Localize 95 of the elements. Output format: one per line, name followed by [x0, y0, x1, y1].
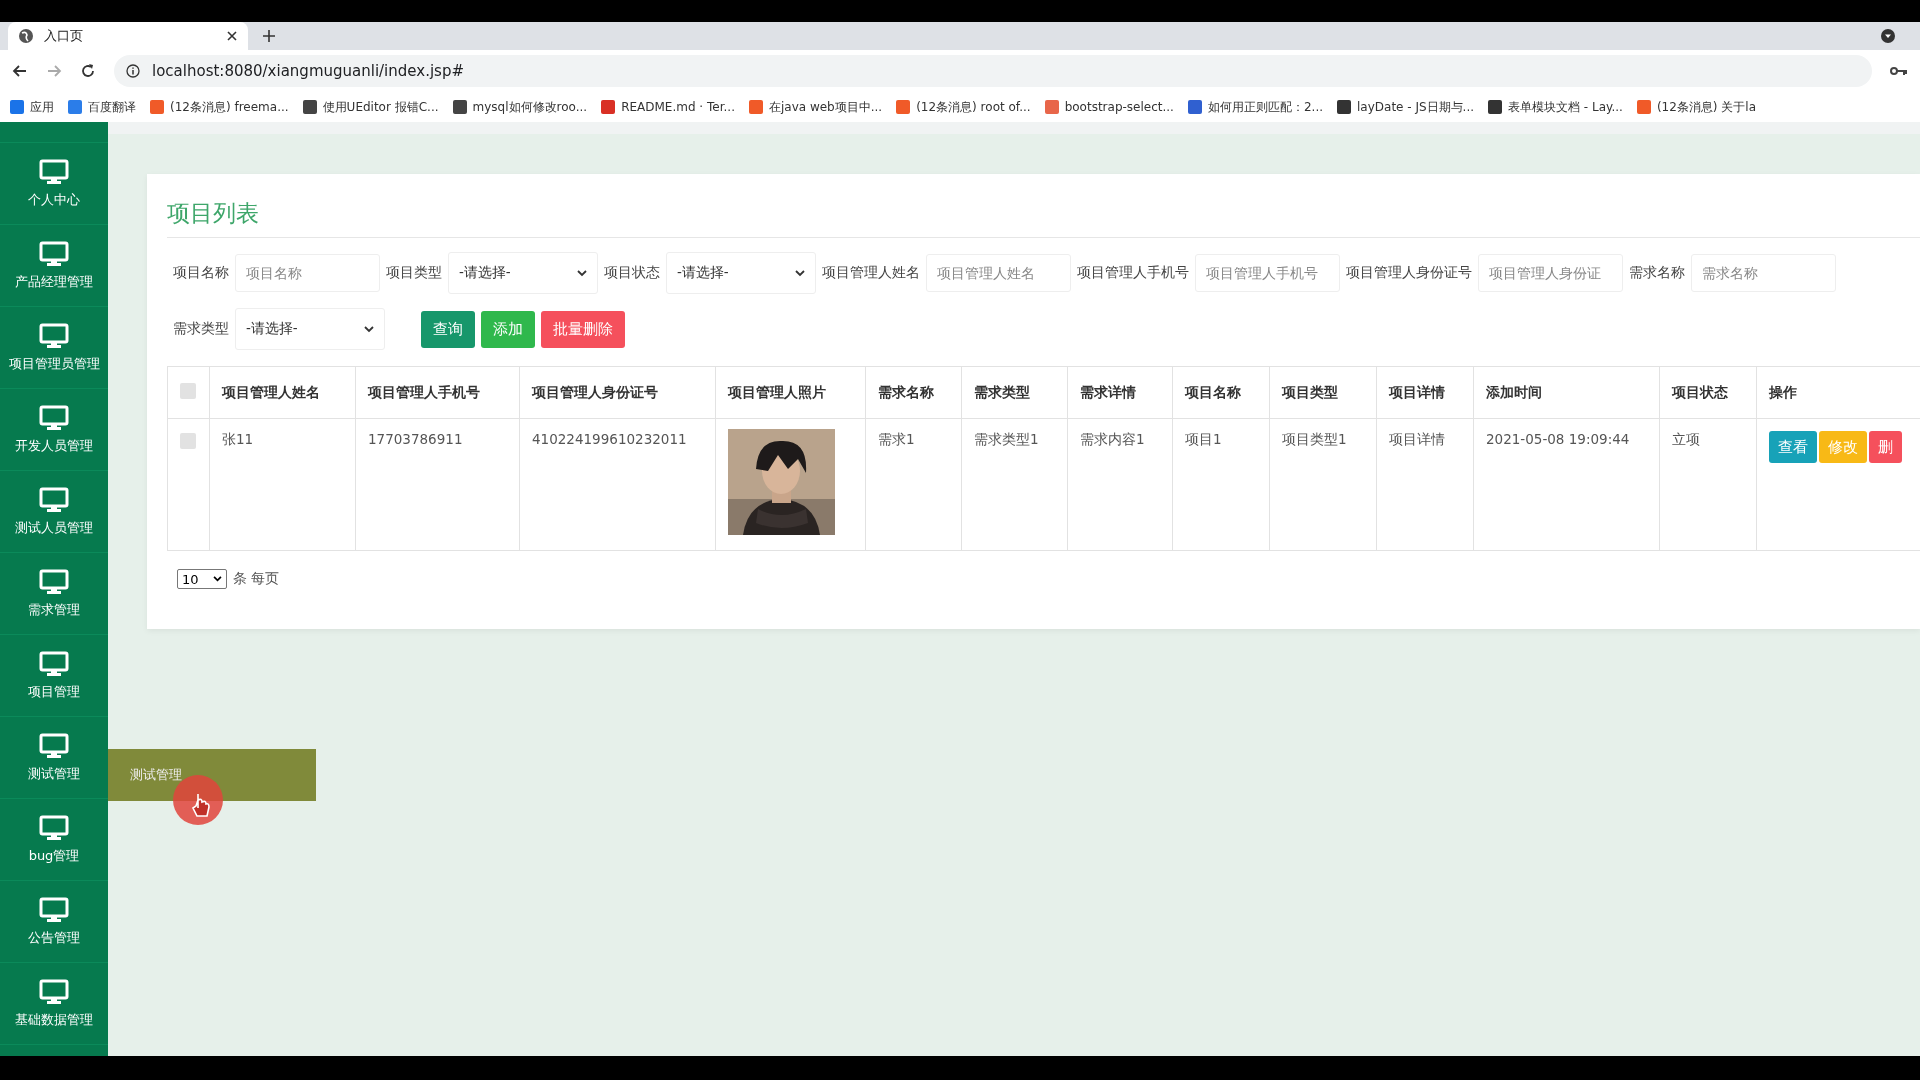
table-cell: 项目详情: [1389, 431, 1445, 447]
filter-select[interactable]: -请选择-: [235, 308, 385, 350]
filter-select[interactable]: -请选择-: [448, 252, 598, 294]
sidebar-item[interactable]: 测试人员管理: [0, 471, 108, 553]
sidebar-item[interactable]: 开发人员管理: [0, 389, 108, 471]
monitor-icon: [39, 568, 69, 595]
bookmark[interactable]: 在java web项目中...: [748, 98, 883, 116]
globe-icon: [18, 28, 34, 44]
filter-label: 需求名称: [1629, 264, 1685, 282]
bookmark[interactable]: 使用UEditor 报错C...: [302, 98, 439, 116]
column-header: 操作: [1769, 383, 1797, 400]
sidebar-item[interactable]: 公告管理: [0, 881, 108, 963]
new-tab-icon[interactable]: [262, 29, 276, 43]
checkbox[interactable]: [180, 383, 196, 399]
bookmark[interactable]: 应用: [10, 98, 54, 116]
column-header: 需求类型: [974, 383, 1030, 400]
caret-icon: [364, 325, 374, 333]
table-cell: 410224199610232011: [532, 431, 687, 447]
profile-menu-icon[interactable]: [1880, 28, 1896, 44]
page-size-select[interactable]: 10: [177, 569, 227, 589]
bookmark[interactable]: (12条消息) 关于la: [1636, 98, 1757, 116]
bookmark[interactable]: 表单模块文档 - Lay...: [1488, 98, 1623, 116]
filter-label: 项目管理人手机号: [1077, 264, 1189, 282]
bookmark[interactable]: mysql如何修改roo...: [452, 98, 588, 116]
column-header: 添加时间: [1486, 383, 1542, 400]
monitor-icon: [39, 650, 69, 677]
filter-label: 需求类型: [173, 320, 229, 338]
tooltip: 测试管理: [108, 749, 316, 801]
page-title: 项目列表: [167, 188, 1920, 238]
monitor-icon: [39, 978, 69, 1005]
page-size-label: 条 每页: [233, 570, 280, 588]
filter-label: 项目状态: [604, 264, 660, 282]
address-field[interactable]: localhost:8080/xiangmuguanli/index.jsp#: [114, 55, 1872, 87]
monitor-icon: [39, 896, 69, 923]
bookmark[interactable]: 如何用正则匹配：2...: [1187, 98, 1323, 116]
bookmark[interactable]: layDate - JS日期与...: [1337, 98, 1475, 116]
table-cell: 张11: [222, 431, 254, 447]
bookmark[interactable]: (12条消息) root of...: [896, 98, 1031, 116]
column-header: 项目类型: [1282, 383, 1338, 400]
monitor-icon: [39, 322, 69, 349]
monitor-icon: [39, 814, 69, 841]
monitor-icon: [39, 404, 69, 431]
table-cell: 17703786911: [368, 431, 463, 447]
sidebar-item[interactable]: bug管理: [0, 799, 108, 881]
sidebar-item[interactable]: 基础数据管理: [0, 963, 108, 1045]
sidebar-item[interactable]: 需求管理: [0, 553, 108, 635]
bookmark[interactable]: README.md · Ter...: [601, 100, 735, 114]
column-header: 项目管理人身份证号: [532, 383, 658, 400]
action-button[interactable]: 查询: [421, 310, 475, 348]
sidebar-item[interactable]: 个人中心: [0, 143, 108, 225]
filter-input[interactable]: 项目管理人身份证: [1478, 254, 1623, 292]
bookmark[interactable]: (12条消息) freema...: [150, 98, 289, 116]
filter-input[interactable]: 项目管理人姓名: [926, 254, 1071, 292]
sidebar-item[interactable]: 产品经理管理: [0, 225, 108, 307]
filter-label: 项目类型: [386, 264, 442, 282]
filter-label: 项目管理人姓名: [822, 264, 920, 282]
filter-select[interactable]: -请选择-: [666, 252, 816, 294]
column-header: 项目管理人照片: [728, 383, 826, 400]
filter-label: 项目管理人身份证号: [1346, 264, 1472, 282]
table-cell: 需求类型1: [974, 431, 1039, 447]
monitor-icon: [39, 732, 69, 759]
table-cell: 项目1: [1185, 431, 1222, 447]
table-cell: 需求1: [878, 431, 915, 447]
column-header: 需求名称: [878, 383, 934, 400]
bookmark[interactable]: bootstrap-select...: [1044, 100, 1174, 114]
monitor-icon: [39, 240, 69, 267]
filter-input[interactable]: 项目名称: [235, 254, 380, 292]
caret-icon: [577, 269, 587, 277]
column-header: 项目详情: [1389, 383, 1445, 400]
browser-tab[interactable]: 入口页: [8, 22, 248, 50]
info-icon: [126, 64, 140, 78]
sidebar-item[interactable]: 项目管理员管理: [0, 307, 108, 389]
filter-input[interactable]: 项目管理人手机号: [1195, 254, 1340, 292]
caret-icon: [213, 576, 222, 582]
column-header: 需求详情: [1080, 383, 1136, 400]
monitor-icon: [39, 486, 69, 513]
filter-input[interactable]: 需求名称: [1691, 254, 1836, 292]
caret-icon: [795, 269, 805, 277]
sidebar-item[interactable]: 项目管理: [0, 635, 108, 717]
monitor-icon: [39, 158, 69, 185]
close-icon[interactable]: [226, 30, 238, 42]
column-header: 项目管理人手机号: [368, 383, 480, 400]
bookmark[interactable]: 百度翻译: [68, 98, 136, 116]
table-cell: 需求内容1: [1080, 431, 1145, 447]
column-header: 项目管理人姓名: [222, 383, 320, 400]
filter-label: 项目名称: [173, 264, 229, 282]
key-icon[interactable]: [1890, 65, 1908, 77]
column-header: 项目名称: [1185, 383, 1241, 400]
checkbox[interactable]: [180, 433, 196, 449]
back-icon[interactable]: [12, 63, 28, 79]
table-cell: 项目类型1: [1282, 431, 1347, 447]
reload-icon[interactable]: [80, 63, 96, 79]
column-header: 项目状态: [1672, 383, 1728, 400]
table-cell: 立项: [1672, 431, 1700, 447]
table-cell: 2021-05-08 19:09:44: [1486, 431, 1630, 447]
